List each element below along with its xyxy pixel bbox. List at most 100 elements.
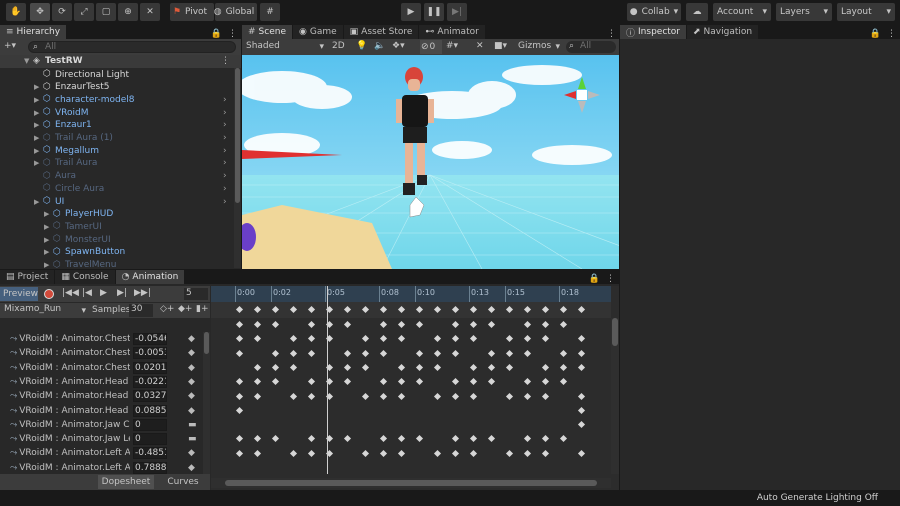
- expand-arrow-icon[interactable]: ▶: [34, 159, 43, 167]
- keyframe[interactable]: [379, 435, 388, 443]
- keyframe[interactable]: [577, 406, 586, 414]
- keyframe[interactable]: [577, 363, 586, 371]
- hierarchy-item[interactable]: ▶ ⬡ SpawnButton: [0, 246, 233, 259]
- keyframe[interactable]: [343, 435, 352, 443]
- keyframe[interactable]: [451, 335, 460, 343]
- property-value-input[interactable]: 0.7888: [133, 461, 167, 474]
- expand-arrow-icon[interactable]: ▶: [44, 261, 53, 268]
- tab-animator[interactable]: ⊷ Animator: [419, 25, 486, 39]
- keyframe[interactable]: [343, 349, 352, 357]
- property-value-input[interactable]: -0.0053: [133, 347, 167, 360]
- move-tool-button[interactable]: ✥: [30, 3, 50, 21]
- chevron-right-icon[interactable]: ›: [223, 184, 227, 194]
- summary-keyframe[interactable]: [361, 305, 370, 314]
- summary-keyframe[interactable]: [379, 305, 388, 314]
- property-row[interactable]: ⤳VRoidM : Animator.Left Arm-0.4851 ◆: [0, 446, 204, 460]
- scene-search-input[interactable]: ⌕ All: [566, 41, 616, 53]
- chevron-right-icon[interactable]: ›: [223, 197, 227, 207]
- layout-dropdown[interactable]: Layout ▾: [837, 3, 895, 21]
- keyframe[interactable]: [505, 449, 514, 457]
- keyframe[interactable]: [289, 449, 298, 457]
- keyframe[interactable]: [433, 449, 442, 457]
- property-value-input[interactable]: -0.0546: [133, 333, 167, 345]
- keyframe[interactable]: [307, 449, 316, 457]
- summary-keyframe[interactable]: [541, 305, 550, 314]
- clip-dropdown[interactable]: Mixamo_Run ▾: [2, 304, 88, 317]
- tab-project[interactable]: ▤ Project: [0, 270, 56, 284]
- preview-button[interactable]: Preview: [0, 287, 38, 301]
- keyframe[interactable]: [505, 392, 514, 400]
- keyframe[interactable]: [559, 349, 568, 357]
- summary-keyframe[interactable]: [505, 305, 514, 314]
- keyframe[interactable]: [487, 435, 496, 443]
- pause-button[interactable]: ❚❚: [424, 3, 444, 21]
- record-icon[interactable]: [44, 289, 54, 299]
- more-icon[interactable]: ⋮: [221, 56, 230, 66]
- tab-inspector[interactable]: ⓘ Inspector: [620, 25, 687, 39]
- keyframe[interactable]: [253, 435, 262, 443]
- property-value-input[interactable]: 0.0201: [133, 361, 167, 374]
- keyframe[interactable]: [559, 363, 568, 371]
- expand-arrow-icon[interactable]: ▶: [34, 83, 43, 91]
- keyframe[interactable]: [307, 349, 316, 357]
- keyframe[interactable]: [559, 435, 568, 443]
- keyframe[interactable]: [253, 378, 262, 386]
- summary-keyframe[interactable]: [415, 305, 424, 314]
- camera-icon[interactable]: ■▾: [494, 41, 507, 51]
- keyframe[interactable]: [451, 349, 460, 357]
- property-row[interactable]: ⤳ VRoidM : Animator.Jaw Clo 0 ▬: [0, 418, 204, 432]
- chevron-right-icon[interactable]: ›: [223, 171, 227, 181]
- property-row[interactable]: ⤳ VRoidM : Animator.Head T 0.0885 ◆: [0, 404, 204, 418]
- keyframe[interactable]: [415, 320, 424, 329]
- keyframe[interactable]: [469, 320, 478, 329]
- diamond-icon[interactable]: ◆+: [178, 304, 192, 314]
- keyframe[interactable]: [559, 378, 568, 386]
- grid-icon[interactable]: #▾: [446, 41, 458, 51]
- samples-input[interactable]: 30: [129, 304, 153, 317]
- audio-icon[interactable]: 🔈: [374, 41, 385, 51]
- keyframe[interactable]: [361, 363, 370, 371]
- keyframe[interactable]: [577, 335, 586, 343]
- scene-viewport[interactable]: [242, 55, 619, 269]
- keyframe[interactable]: [235, 406, 244, 414]
- keyframe[interactable]: [379, 349, 388, 357]
- dopesheet-scrollbar-thumb-v[interactable]: [612, 318, 618, 346]
- hierarchy-item[interactable]: ▶ ⬡ Megallum ›: [0, 144, 233, 157]
- keyframe[interactable]: [541, 392, 550, 400]
- global-toggle[interactable]: ◍ Global: [214, 3, 257, 21]
- hierarchy-scrollbar-thumb[interactable]: [235, 68, 240, 203]
- keyframe[interactable]: [469, 449, 478, 457]
- keyframe[interactable]: [541, 320, 550, 329]
- keyframe[interactable]: [361, 349, 370, 357]
- hierarchy-item[interactable]: ⬡ Circle Aura ›: [0, 182, 233, 195]
- summary-keyframe[interactable]: [271, 305, 280, 314]
- property-scrollbar[interactable]: [203, 332, 210, 474]
- property-row[interactable]: ⤳ VRoidM : Animator.Chest T 0.0201 ◆: [0, 361, 204, 375]
- play-button[interactable]: ▶: [401, 3, 421, 21]
- tab-animation[interactable]: ◔ Animation: [115, 270, 186, 284]
- more-icon[interactable]: ⋮: [887, 29, 896, 39]
- add-keyframe-icon[interactable]: ◇+: [160, 304, 174, 314]
- expand-arrow-icon[interactable]: ▶: [34, 134, 43, 142]
- keyframe[interactable]: [361, 392, 370, 400]
- keyframe[interactable]: [415, 349, 424, 357]
- effects-icon[interactable]: ❖▾: [392, 41, 405, 51]
- keyframe[interactable]: [541, 449, 550, 457]
- keyframe[interactable]: [379, 392, 388, 400]
- grid-snap-button[interactable]: #: [260, 3, 280, 21]
- shading-mode-dropdown[interactable]: Shaded ▾: [244, 41, 326, 53]
- keyframe[interactable]: [397, 335, 406, 343]
- property-row[interactable]: ⤳ VRoidM : Animator.Jaw Le 0 ▬: [0, 432, 204, 446]
- summary-keyframe[interactable]: [343, 305, 352, 314]
- keyframe[interactable]: [307, 335, 316, 343]
- keyframe-toggle-icon[interactable]: ◆: [188, 448, 195, 458]
- lock-icon[interactable]: 🔒: [870, 29, 881, 39]
- scene-visibility-toggle[interactable]: ⊘ 0: [420, 40, 442, 54]
- keyframe[interactable]: [271, 363, 280, 371]
- summary-keyframe[interactable]: [289, 305, 298, 314]
- keyframe[interactable]: [523, 392, 532, 400]
- chevron-right-icon[interactable]: ›: [223, 146, 227, 156]
- hierarchy-search-input[interactable]: ⌕ All: [28, 41, 236, 53]
- keyframe[interactable]: [289, 335, 298, 343]
- summary-keyframe[interactable]: [487, 305, 496, 314]
